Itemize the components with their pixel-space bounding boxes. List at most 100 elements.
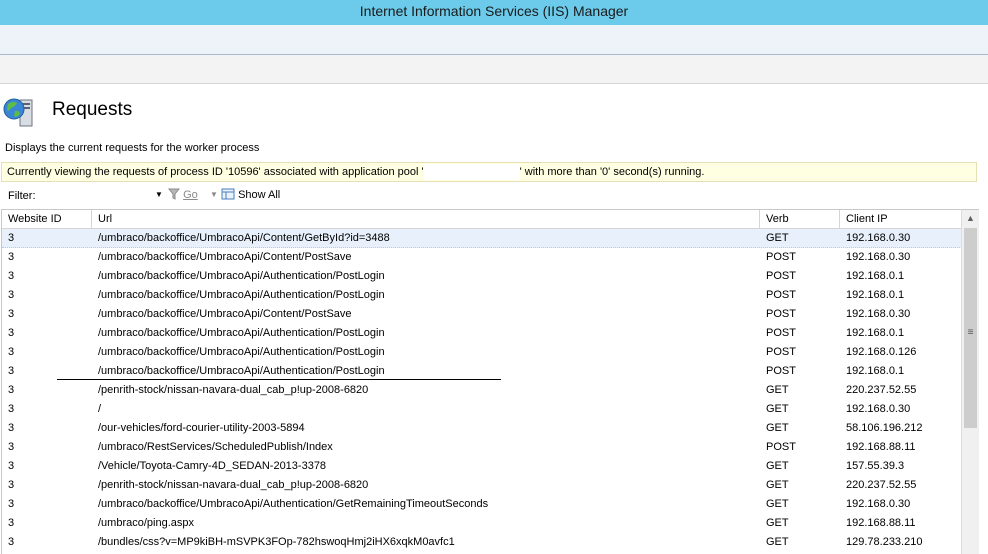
cell-website-id: 3 (8, 479, 15, 491)
grid-header: Website ID Url Verb Client IP (2, 210, 962, 229)
cell-verb: POST (766, 308, 796, 320)
filter-bar: Filter: ▼ Go ▼ Show All (0, 185, 988, 209)
cell-verb: POST (766, 251, 796, 263)
cell-verb: POST (766, 289, 796, 301)
cell-url: /umbraco/backoffice/UmbracoApi/Authentic… (98, 498, 489, 510)
cell-client-ip: 129.78.233.210 (846, 536, 923, 548)
cell-website-id: 3 (8, 441, 15, 453)
drag-line (57, 379, 501, 380)
info-text-before: Currently viewing the requests of proces… (7, 166, 424, 178)
cell-client-ip: 220.237.52.55 (846, 384, 917, 396)
cell-client-ip: 192.168.0.1 (846, 327, 905, 339)
cell-website-id: 3 (8, 460, 15, 472)
column-header-verb[interactable]: Verb (760, 210, 840, 228)
scroll-up-icon[interactable]: ▲ (962, 210, 979, 227)
go-button[interactable]: Go (167, 188, 198, 201)
cell-url: /umbraco/backoffice/UmbracoApi/Authentic… (98, 327, 385, 339)
cell-verb: POST (766, 270, 796, 282)
grid-body: 3/umbraco/backoffice/UmbracoApi/Content/… (2, 229, 962, 552)
cell-client-ip: 192.168.88.11 (846, 517, 916, 529)
show-all-label: Show All (238, 189, 281, 201)
page-description: Displays the current requests for the wo… (5, 142, 260, 154)
column-header-website-id[interactable]: Website ID (2, 210, 92, 228)
address-band (0, 55, 988, 84)
cell-verb: GET (766, 403, 789, 415)
cell-website-id: 3 (8, 422, 15, 434)
cell-url: /umbraco/backoffice/UmbracoApi/Authentic… (98, 346, 385, 358)
table-row[interactable]: 3/penrith-stock/nissan-navara-dual_cab_p… (2, 381, 962, 400)
cell-website-id: 3 (8, 346, 15, 358)
table-row[interactable]: 3/umbraco/backoffice/UmbracoApi/Content/… (2, 248, 962, 267)
cell-website-id: 3 (8, 232, 15, 244)
table-row[interactable]: 3/our-vehicles/ford-courier-utility-2003… (2, 419, 962, 438)
cell-website-id: 3 (8, 308, 15, 320)
filter-input[interactable] (44, 188, 158, 206)
cell-verb: GET (766, 460, 789, 472)
cell-client-ip: 58.106.196.212 (846, 422, 923, 434)
cell-url: /umbraco/backoffice/UmbracoApi/Content/P… (98, 251, 352, 263)
cell-website-id: 3 (8, 327, 15, 339)
cell-website-id: 3 (8, 403, 15, 415)
table-row[interactable]: 3/umbraco/backoffice/UmbracoApi/Content/… (2, 229, 962, 248)
show-all-button[interactable]: Show All (221, 188, 280, 201)
cell-url: /umbraco/ping.aspx (98, 517, 194, 529)
globe-server-icon (2, 94, 36, 128)
cell-url: / (98, 403, 102, 415)
cell-url: /umbraco/backoffice/UmbracoApi/Content/P… (98, 308, 352, 320)
table-row[interactable]: 3/umbraco/ping.aspx GET 192.168.88.11 (2, 514, 962, 533)
vertical-scrollbar[interactable]: ▲ ≡ (961, 209, 979, 554)
cell-website-id: 3 (8, 384, 15, 396)
cell-website-id: 3 (8, 498, 15, 510)
go-dropdown-icon[interactable]: ▼ (210, 190, 218, 199)
column-header-url[interactable]: Url (92, 210, 760, 228)
table-row[interactable]: 3/umbraco/backoffice/UmbracoApi/Authenti… (2, 267, 962, 286)
cell-verb: GET (766, 232, 789, 244)
cell-client-ip: 192.168.88.11 (846, 441, 916, 453)
cell-url: /umbraco/backoffice/UmbracoApi/Content/G… (98, 232, 390, 244)
table-row[interactable]: 3/Vehicle/Toyota-Camry-4D_SEDAN-2013-337… (2, 457, 962, 476)
cell-verb: GET (766, 517, 789, 529)
scroll-thumb[interactable]: ≡ (964, 228, 977, 428)
cell-website-id: 3 (8, 251, 15, 263)
cell-client-ip: 157.55.39.3 (846, 460, 905, 472)
cell-client-ip: 192.168.0.30 (846, 251, 911, 263)
table-row[interactable]: 3/umbraco/backoffice/UmbracoApi/Authenti… (2, 286, 962, 305)
cell-verb: GET (766, 498, 789, 510)
page-title: Requests (52, 99, 133, 120)
cell-website-id: 3 (8, 289, 15, 301)
cell-client-ip: 192.168.0.30 (846, 308, 911, 320)
filter-label: Filter: (8, 190, 36, 202)
table-row[interactable]: 3/umbraco/RestServices/ScheduledPublish/… (2, 438, 962, 457)
cell-verb: POST (766, 365, 796, 377)
cell-verb: GET (766, 384, 789, 396)
filter-dropdown-icon[interactable]: ▼ (155, 190, 163, 199)
requests-grid: Website ID Url Verb Client IP 3/umbraco/… (1, 209, 962, 554)
table-row[interactable]: 3/bundles/css?v=MP9kiBH-mSVPK3FOp-782hsw… (2, 533, 962, 552)
table-row[interactable]: 3/umbraco/backoffice/UmbracoApi/Authenti… (2, 495, 962, 514)
column-header-client-ip[interactable]: Client IP (840, 210, 962, 228)
cell-url: /umbraco/RestServices/ScheduledPublish/I… (98, 441, 333, 453)
cell-url: /umbraco/backoffice/UmbracoApi/Authentic… (98, 289, 385, 301)
table-row[interactable]: 3/umbraco/backoffice/UmbracoApi/Content/… (2, 305, 962, 324)
cell-client-ip: 192.168.0.30 (846, 498, 911, 510)
cell-verb: POST (766, 441, 796, 453)
cell-client-ip: 192.168.0.1 (846, 365, 905, 377)
table-row[interactable]: 3/penrith-stock/nissan-navara-dual_cab_p… (2, 476, 962, 495)
redacted-pool-name (423, 164, 520, 180)
cell-verb: GET (766, 536, 789, 548)
toolbar-band (0, 25, 988, 55)
go-label: Go (183, 189, 198, 201)
cell-verb: POST (766, 327, 796, 339)
info-text-after: ' with more than '0' second(s) running. (519, 166, 705, 178)
cell-website-id: 3 (8, 536, 15, 548)
cell-url: /penrith-stock/nissan-navara-dual_cab_p!… (98, 384, 369, 396)
page-header: Requests (0, 90, 988, 130)
cell-verb: POST (766, 346, 796, 358)
table-row[interactable]: 3/umbraco/backoffice/UmbracoApi/Authenti… (2, 324, 962, 343)
cell-client-ip: 192.168.0.30 (846, 232, 911, 244)
window-title: Internet Information Services (IIS) Mana… (0, 0, 988, 25)
table-row[interactable]: 3 / GET 192.168.0.30 (2, 400, 962, 419)
cell-url: /penrith-stock/nissan-navara-dual_cab_p!… (98, 479, 369, 491)
show-all-icon (221, 188, 235, 200)
table-row[interactable]: 3/umbraco/backoffice/UmbracoApi/Authenti… (2, 343, 962, 362)
